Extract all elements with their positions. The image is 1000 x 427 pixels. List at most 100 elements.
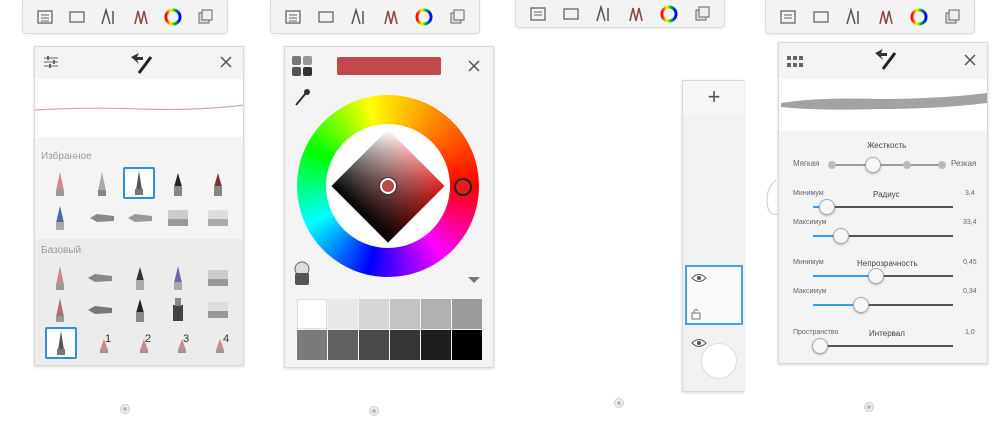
hue-picker-knob[interactable] (454, 178, 472, 196)
panel-indicator (614, 398, 624, 408)
eraser-tool[interactable] (163, 203, 193, 233)
opacity-min-knob[interactable] (868, 268, 884, 284)
airbrush-tool[interactable] (125, 203, 155, 233)
brush-tool[interactable] (125, 263, 155, 293)
grid-icon[interactable] (787, 55, 805, 73)
custom-brush-1[interactable] (89, 331, 119, 361)
swatch-8[interactable] (359, 330, 389, 360)
brush-ai-icon[interactable] (593, 3, 615, 25)
spacing-slider[interactable] (812, 338, 953, 354)
brush-set-icon[interactable] (130, 6, 152, 28)
eraser-tool[interactable] (203, 295, 233, 325)
swatch-11[interactable] (452, 330, 482, 360)
swatch-3[interactable] (390, 299, 420, 329)
layers-icon[interactable] (941, 6, 963, 28)
custom-brush-2[interactable] (129, 331, 159, 361)
paint-bucket-icon[interactable] (291, 261, 313, 292)
brush-tool[interactable] (45, 169, 75, 199)
layers-icon[interactable] (691, 3, 713, 25)
layers-icon[interactable] (194, 6, 216, 28)
custom-brush-4[interactable] (205, 331, 235, 361)
brush-tool[interactable] (45, 203, 75, 233)
eyedropper-icon[interactable] (293, 87, 311, 112)
layers-icon[interactable] (446, 6, 468, 28)
swatch-6[interactable] (297, 330, 327, 360)
marker-tool[interactable] (163, 295, 193, 325)
window-icon[interactable] (315, 6, 337, 28)
window-icon[interactable] (66, 6, 88, 28)
radius-min-value: 3,4 (965, 190, 975, 197)
brush-ai-icon[interactable] (98, 6, 120, 28)
brush-set-icon[interactable] (380, 6, 402, 28)
color-grid-icon[interactable] (291, 55, 313, 82)
swatch-2[interactable] (359, 299, 389, 329)
brush-tool[interactable] (87, 169, 117, 199)
color-wheel-icon[interactable] (908, 6, 930, 28)
brush-tool[interactable] (45, 263, 75, 293)
swatch-10[interactable] (421, 330, 451, 360)
swatch-0[interactable] (297, 299, 327, 329)
brush-ai-icon[interactable] (843, 6, 865, 28)
brush-tool-selected[interactable] (45, 327, 77, 359)
list-icon[interactable] (777, 6, 799, 28)
brush-properties-panel: Жесткость Мягкая Резкая Минимум Радиус 3… (778, 42, 988, 364)
add-layer-button[interactable]: + (683, 81, 744, 115)
close-icon[interactable] (963, 53, 977, 72)
radius-min-knob[interactable] (819, 199, 835, 215)
brush-tool[interactable] (163, 169, 193, 199)
spacing-title: Интервал (869, 329, 905, 338)
color-wheel-icon[interactable] (658, 3, 680, 25)
airbrush-tool[interactable] (87, 203, 117, 233)
dropdown-triangle-icon[interactable] (467, 271, 481, 289)
brush-tool[interactable] (125, 295, 155, 325)
list-icon[interactable] (527, 3, 549, 25)
brush-tool[interactable] (45, 295, 75, 325)
value-picker-knob[interactable] (380, 178, 396, 194)
swatch-7[interactable] (328, 330, 358, 360)
opacity-max-knob[interactable] (853, 297, 869, 313)
custom-number-1: 1 (105, 333, 112, 345)
hardness-knob[interactable] (865, 157, 881, 173)
color-wheel-icon[interactable] (162, 6, 184, 28)
swatch-9[interactable] (390, 330, 420, 360)
color-wheel-icon[interactable] (413, 6, 435, 28)
window-icon[interactable] (560, 3, 582, 25)
window-icon[interactable] (810, 6, 832, 28)
swatch-4[interactable] (421, 299, 451, 329)
lock-icon[interactable] (691, 307, 701, 325)
airbrush-tool[interactable] (85, 263, 115, 293)
opacity-min-slider[interactable] (813, 268, 953, 284)
hardness-slider[interactable] (828, 157, 946, 173)
favorites-label: Избранное (41, 151, 92, 162)
brush-tool[interactable] (203, 169, 233, 199)
brush-tool[interactable] (163, 263, 193, 293)
radius-min-slider[interactable] (813, 199, 953, 215)
spacing-knob[interactable] (812, 338, 828, 354)
brush-tool-selected[interactable] (123, 167, 155, 199)
brush-edit-icon[interactable] (127, 51, 155, 80)
layer-item[interactable] (685, 329, 743, 389)
radius-max-slider[interactable] (813, 228, 953, 244)
eraser-tool[interactable] (203, 263, 233, 293)
brush-edit-icon[interactable] (871, 47, 899, 76)
layer-item-selected[interactable] (685, 265, 743, 325)
brush-set-icon[interactable] (625, 3, 647, 25)
custom-brush-3[interactable] (167, 331, 197, 361)
close-icon[interactable] (467, 59, 481, 78)
radius-max-knob[interactable] (833, 228, 849, 244)
brush-set-icon[interactable] (875, 6, 897, 28)
settings-sliders-icon[interactable] (43, 55, 59, 74)
swatch-5[interactable] (452, 299, 482, 329)
list-icon[interactable] (282, 6, 304, 28)
airbrush-tool[interactable] (85, 295, 115, 325)
list-icon[interactable] (34, 6, 56, 28)
opacity-max-slider[interactable] (813, 297, 953, 313)
eraser-tool[interactable] (203, 203, 233, 233)
stroke-preview (35, 79, 243, 137)
eye-icon[interactable] (691, 270, 707, 288)
swatch-1[interactable] (328, 299, 358, 329)
radius-min-label: Минимум (793, 190, 824, 197)
opacity-max-value: 0,34 (963, 288, 977, 295)
brush-ai-icon[interactable] (348, 6, 370, 28)
close-icon[interactable] (219, 55, 233, 74)
